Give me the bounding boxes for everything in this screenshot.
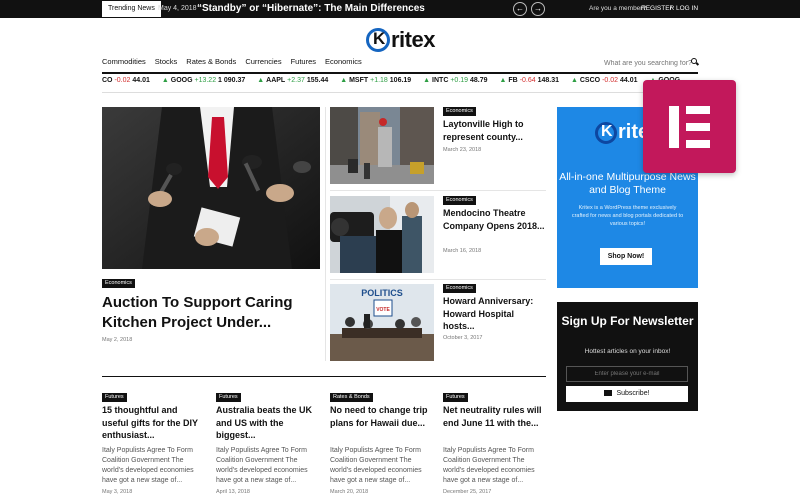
- arrow-up-icon: ▲: [161, 77, 169, 84]
- grid-post-excerpt: Italy Populists Agree To Form Coalition …: [102, 447, 194, 484]
- trending-label: Trending News: [102, 1, 161, 17]
- grid-post-title[interactable]: Australia beats the UK and US with the b…: [216, 404, 320, 442]
- post-category-badge[interactable]: Economics: [443, 284, 476, 293]
- row-divider: [330, 190, 546, 191]
- post-title[interactable]: Laytonville High to represent county...: [443, 118, 547, 143]
- shop-now-button[interactable]: Shop Now!: [600, 248, 652, 265]
- post-date: March 23, 2018: [443, 147, 482, 153]
- trending-title-link[interactable]: “Standby” or “Hibernate”: The Main Diffe…: [197, 0, 425, 18]
- subscribe-label: Subscribe!: [616, 390, 650, 397]
- politics-label: POLITICS: [361, 288, 403, 298]
- promo-text: Kritex is a WordPress theme exclusively …: [571, 205, 684, 227]
- grid-category-badge[interactable]: Rates & Bonds: [330, 393, 373, 402]
- arrow-right-icon[interactable]: →: [531, 2, 545, 16]
- arrow-up-icon: ▲: [499, 77, 507, 84]
- arrow-left-icon[interactable]: ←: [513, 2, 527, 16]
- logo-mark-icon: K: [595, 121, 617, 144]
- grid-post-title[interactable]: Net neutrality rules will end June 11 wi…: [443, 404, 547, 429]
- grid-category-badge[interactable]: Futures: [216, 393, 241, 402]
- newsletter-subtext: Hottest articles on your inbox!: [584, 348, 671, 355]
- logo-text: ritex: [391, 27, 435, 52]
- ticker-item: ▲ GOOG +13.22 1 090.37: [161, 77, 246, 84]
- promo-logo: K rite: [595, 121, 649, 144]
- logo-mark-icon: K: [366, 28, 390, 52]
- grid-post-date: December 25, 2017: [443, 489, 492, 495]
- top-link-separator: /: [670, 5, 672, 12]
- grid-post-title[interactable]: 15 thoughtful and useful gifts for the D…: [102, 404, 206, 442]
- ticker-item: ▲ MSFT +1.18 106.19: [340, 77, 412, 84]
- nav-item-commodities[interactable]: Commodities: [102, 57, 146, 69]
- main-nav: Commodities Stocks Rates & Bonds Currenc…: [102, 57, 362, 69]
- nav-item-currencies[interactable]: Currencies: [245, 57, 281, 69]
- post-category-badge[interactable]: Economics: [443, 196, 476, 205]
- featured-image[interactable]: [102, 107, 320, 269]
- promo-heading: All-in-one Multipurpose News and Blog Th…: [559, 171, 696, 196]
- grid-category-badge[interactable]: Futures: [443, 393, 468, 402]
- nav-item-rates-bonds[interactable]: Rates & Bonds: [186, 57, 236, 69]
- site-logo[interactable]: K ritex: [366, 26, 435, 54]
- post-image[interactable]: [330, 107, 434, 184]
- post-title[interactable]: Howard Anniversary: Howard Hospital host…: [443, 295, 547, 333]
- ticker-item: CO -0.02 44.01: [102, 77, 150, 84]
- featured-category-badge[interactable]: Economics: [102, 279, 135, 288]
- grid-category-badge[interactable]: Futures: [102, 393, 127, 402]
- grid-post-date: March 20, 2018: [330, 489, 369, 495]
- post-image[interactable]: POLITICS VOTE: [330, 284, 434, 361]
- stock-ticker: CO -0.02 44.01 ▲ GOOG +13.22 1 090.37 ▲ …: [102, 77, 698, 89]
- section-divider: [102, 376, 546, 377]
- post-category-badge[interactable]: Economics: [443, 107, 476, 116]
- grid-post-excerpt: Italy Populists Agree To Form Coalition …: [216, 447, 308, 484]
- row-divider: [330, 279, 546, 280]
- arrow-up-icon: ▲: [423, 77, 431, 84]
- trending-date: May 4, 2018: [158, 5, 197, 12]
- grid-post-date: May 3, 2018: [102, 489, 133, 495]
- nav-item-economics[interactable]: Economics: [325, 57, 362, 69]
- search-icon[interactable]: [691, 58, 697, 64]
- post-date: March 16, 2018: [443, 248, 482, 254]
- nav-divider: [102, 72, 698, 74]
- ticker-item: ▲ CSCO -0.02 44.01: [570, 77, 638, 84]
- top-bar: Trending News May 4, 2018 “Standby” or “…: [0, 0, 800, 18]
- email-field[interactable]: [566, 366, 688, 382]
- member-question: Are you a member?: [589, 5, 647, 12]
- post-date: October 3, 2017: [443, 335, 483, 341]
- elementor-icon: [643, 80, 736, 173]
- ticker-item: ▲ AAPL +2.37 155.44: [257, 77, 329, 84]
- vote-label: VOTE: [376, 307, 390, 313]
- nav-item-futures[interactable]: Futures: [291, 57, 316, 69]
- subscribe-button[interactable]: Subscribe!: [566, 386, 688, 402]
- ticker-divider: [102, 92, 698, 93]
- grid-post-title[interactable]: No need to change trip plans for Hawaii …: [330, 404, 434, 429]
- arrow-up-icon: ▲: [340, 77, 348, 84]
- post-title[interactable]: Mendocino Theatre Company Opens 2018...: [443, 207, 547, 232]
- ticker-item: ▲ FB -0.64 148.31: [499, 77, 560, 84]
- arrow-up-icon: ▲: [257, 77, 265, 84]
- newsletter-heading: Sign Up For Newsletter: [561, 314, 694, 328]
- newsletter-box: Sign Up For Newsletter Hottest articles …: [557, 302, 698, 411]
- featured-date: May 2, 2018: [102, 337, 133, 343]
- featured-title[interactable]: Auction To Support Caring Kitchen Projec…: [102, 293, 317, 333]
- post-image[interactable]: [330, 196, 434, 273]
- arrow-up-icon: ▲: [570, 77, 578, 84]
- grid-post-date: April 13, 2018: [216, 489, 250, 495]
- login-link[interactable]: LOG IN: [676, 0, 698, 18]
- grid-post-excerpt: Italy Populists Agree To Form Coalition …: [330, 447, 422, 484]
- search-input[interactable]: [604, 57, 698, 69]
- column-divider: [325, 107, 326, 361]
- nav-item-stocks[interactable]: Stocks: [155, 57, 178, 69]
- ticker-item: ▲ INTC +0.19 48.79: [423, 77, 488, 84]
- grid-post-excerpt: Italy Populists Agree To Form Coalition …: [443, 447, 535, 484]
- mail-icon: [604, 390, 613, 396]
